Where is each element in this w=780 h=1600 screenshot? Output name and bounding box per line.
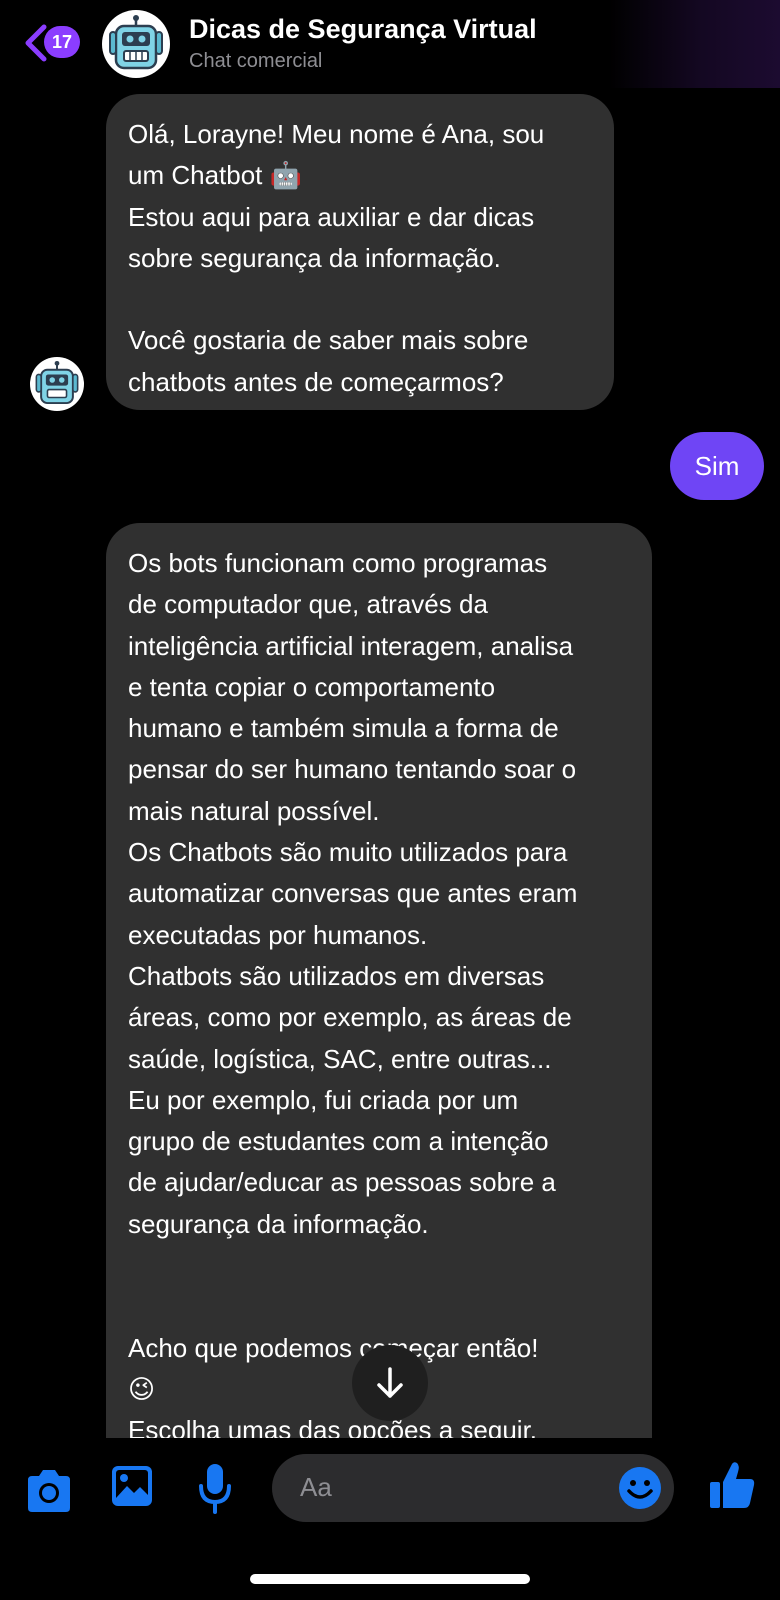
camera-icon: [28, 1470, 70, 1512]
like-button[interactable]: [708, 1460, 756, 1510]
gallery-button[interactable]: [110, 1464, 154, 1508]
image-icon: [112, 1466, 152, 1506]
chat-subtitle: Chat comercial: [189, 50, 323, 72]
home-indicator[interactable]: [250, 1574, 530, 1584]
thumbs-up-icon: [710, 1462, 755, 1508]
unread-count-badge: 17: [44, 26, 80, 58]
back-button[interactable]: 17: [22, 22, 84, 62]
robot-avatar-icon: [35, 360, 79, 405]
arrow-down-icon: [377, 1367, 403, 1398]
smiley-icon: [619, 1467, 661, 1509]
scroll-to-bottom-button[interactable]: [352, 1345, 428, 1421]
bot-avatar[interactable]: [102, 10, 170, 78]
message-input[interactable]: Aa: [272, 1454, 674, 1522]
bot-avatar-small[interactable]: [30, 357, 84, 411]
chat-header: 17 Dicas de Segurança Virtual Chat comer…: [0, 0, 780, 88]
microphone-icon: [199, 1464, 231, 1514]
bot-message[interactable]: Olá, Lorayne! Meu nome é Ana, sou um Cha…: [106, 94, 614, 410]
chat-title[interactable]: Dicas de Segurança Virtual: [189, 14, 537, 45]
message-input-placeholder: Aa: [300, 1472, 332, 1502]
robot-avatar-icon: [109, 15, 163, 70]
chat-screen: 17 Dicas de Segurança Virtual Chat comer…: [0, 0, 780, 1600]
emoji-button[interactable]: [618, 1466, 662, 1510]
voice-button[interactable]: [198, 1462, 232, 1514]
user-message[interactable]: Sim: [670, 432, 764, 500]
camera-button[interactable]: [24, 1468, 74, 1514]
